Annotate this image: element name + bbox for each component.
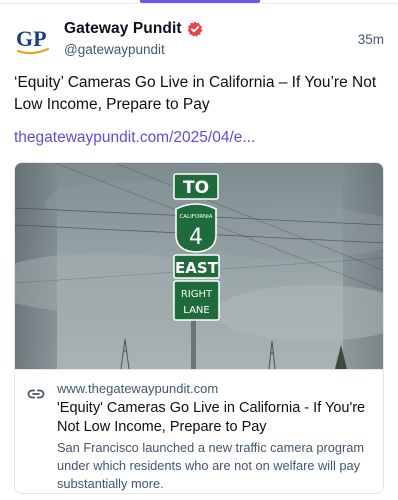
author-display-name[interactable]: Gateway Pundit [64, 20, 182, 38]
feed-post[interactable]: GP Gateway Pundit @gatewaypundit 35m ‘Eq… [0, 0, 398, 500]
card-domain: www.thegatewaypundit.com [57, 381, 219, 396]
highway-sign-photo: TO CALIFORNIA 4 EAST RIGHT LANE [15, 163, 383, 369]
author-name-line: Gateway Pundit [64, 20, 203, 38]
card-title: 'Equity' Cameras Go Live in California -… [57, 400, 366, 435]
post-timestamp[interactable]: 35m [358, 32, 384, 47]
post-link[interactable]: thegatewaypundit.com/2025/04/e... [14, 127, 255, 149]
sign-lane-line1: RIGHT [181, 289, 213, 300]
sign-lane-line2: LANE [183, 305, 209, 316]
gateway-pundit-logo-icon: GP [16, 26, 50, 55]
card-image[interactable]: TO CALIFORNIA 4 EAST RIGHT LANE [15, 163, 383, 369]
post-text: ‘Equity’ Cameras Go Live in California –… [14, 74, 377, 113]
sign-to-text: TO [183, 178, 209, 198]
post-header: GP Gateway Pundit @gatewaypundit 35m [14, 18, 384, 62]
avatar-text: GP [16, 26, 47, 51]
shield-number: 4 [189, 225, 203, 250]
shield-label: CALIFORNIA [179, 214, 212, 220]
link-icon [27, 385, 45, 403]
card-info[interactable]: www.thegatewaypundit.com 'Equity' Camera… [15, 369, 383, 493]
verified-badge-icon [187, 21, 203, 37]
sign-direction-text: EAST [175, 259, 219, 277]
author-handle[interactable]: @gatewaypundit [64, 42, 165, 57]
card-description: San Francisco launched a new traffic cam… [57, 440, 365, 491]
link-preview-card[interactable]: TO CALIFORNIA 4 EAST RIGHT LANE www.theg… [14, 162, 384, 494]
avatar[interactable]: GP [14, 22, 54, 62]
